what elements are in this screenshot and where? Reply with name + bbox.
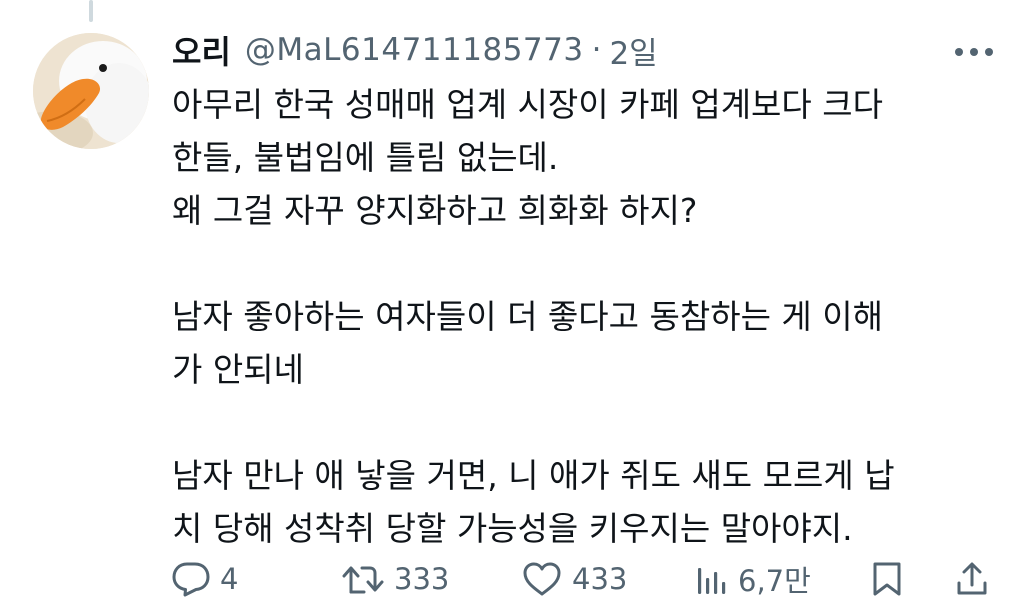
share-button[interactable] bbox=[955, 552, 989, 606]
author-display-name[interactable]: 오리 bbox=[172, 27, 231, 73]
paragraph-break bbox=[172, 396, 1002, 449]
bookmark-button[interactable] bbox=[872, 552, 902, 606]
tweet-text-line: 아무리 한국 성매매 업계 시장이 카페 업계보다 크다 bbox=[172, 85, 883, 124]
retweet-count: 333 bbox=[394, 562, 450, 596]
tweet-text-line: 한들, 불법임에 틀림 없는데. bbox=[172, 138, 559, 177]
tweet-actions-bar: 4 333 433 6,7만 bbox=[160, 552, 1010, 606]
reply-icon bbox=[172, 562, 210, 597]
like-count: 433 bbox=[572, 562, 628, 596]
reply-count: 4 bbox=[220, 562, 239, 596]
bookmark-icon bbox=[873, 562, 901, 596]
heart-icon bbox=[523, 562, 561, 596]
tweet-text: 아무리 한국 성매매 업계 시장이 카페 업계보다 크다 한들, 불법임에 틀림… bbox=[172, 78, 1002, 555]
tweet-text-line: 남자 만나 애 낳을 거면, 니 애가 쥐도 새도 모르게 납 bbox=[172, 456, 895, 495]
views-button[interactable]: 6,7만 bbox=[696, 552, 811, 606]
views-count: 6,7만 bbox=[738, 564, 811, 598]
share-icon bbox=[957, 562, 987, 595]
more-icon bbox=[955, 48, 993, 56]
tweet-header: 오리 @MaL614711185773 · 2일 bbox=[172, 28, 658, 72]
tweet-text-line: 치 당해 성착취 당할 가능성을 키우지는 말아야지. bbox=[172, 509, 853, 548]
tweet-text-line: 가 안되네 bbox=[172, 350, 304, 389]
tweet-text-line: 왜 그걸 자꾸 양지화하고 희화화 하지? bbox=[172, 191, 698, 230]
reply-button[interactable]: 4 bbox=[172, 552, 238, 606]
avatar[interactable] bbox=[33, 33, 149, 149]
tweet-time[interactable]: 2일 bbox=[609, 28, 657, 73]
tweet-text-line: 남자 좋아하는 여자들이 더 좋다고 동참하는 게 이해 bbox=[172, 297, 883, 336]
separator-dot: · bbox=[591, 32, 602, 68]
retweet-icon bbox=[342, 566, 384, 594]
duck-avatar-image bbox=[33, 33, 149, 149]
paragraph-break bbox=[172, 237, 1002, 290]
retweet-button[interactable]: 333 bbox=[342, 552, 449, 606]
more-options-button[interactable] bbox=[950, 38, 998, 66]
thread-connector-line bbox=[89, 0, 93, 22]
like-button[interactable]: 433 bbox=[522, 552, 627, 606]
author-handle[interactable]: @MaL614711185773 bbox=[245, 32, 584, 68]
views-icon bbox=[698, 568, 726, 594]
